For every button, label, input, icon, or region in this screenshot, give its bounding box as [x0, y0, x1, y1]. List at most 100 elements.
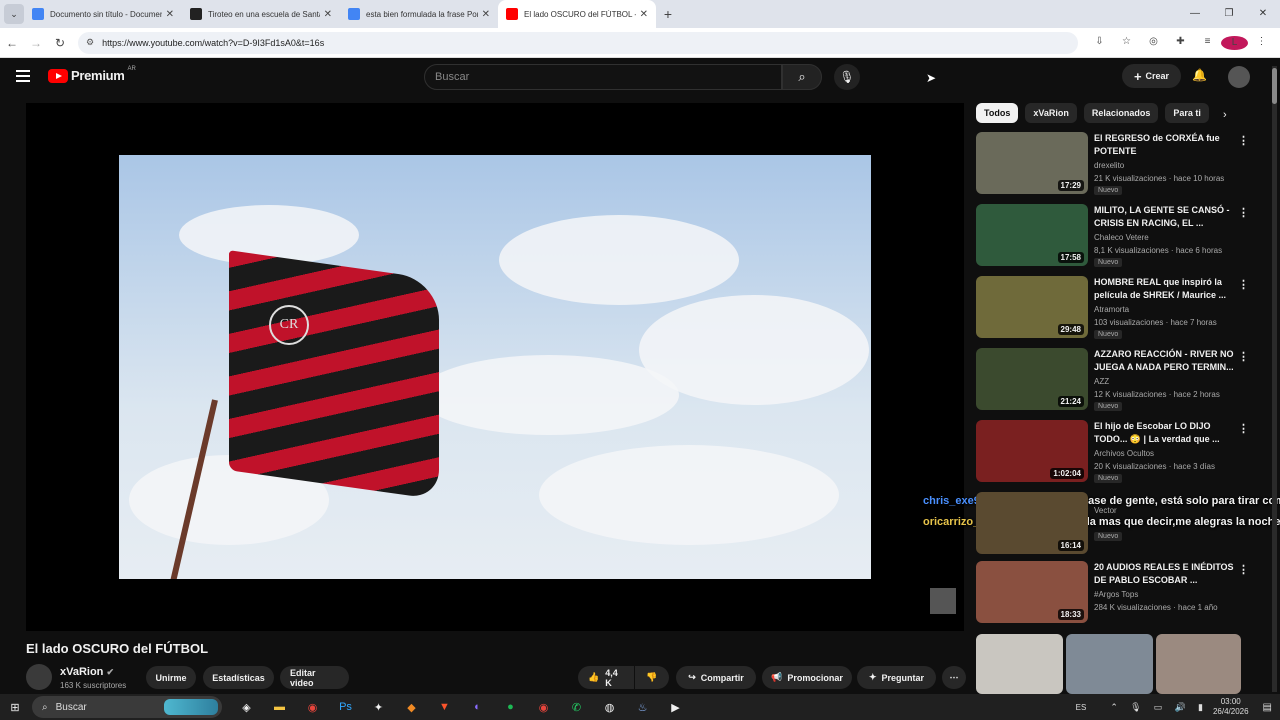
app-icon[interactable]: ✦: [362, 701, 395, 714]
photoshop-icon[interactable]: Ps: [329, 701, 362, 714]
recommended-video[interactable]: 21:24 AZZARO REACCIÓN - RIVER NO JUEGA A …: [976, 348, 1266, 411]
channel-name[interactable]: drexelito: [1094, 161, 1124, 170]
video-thumbnail[interactable]: 18:33: [976, 561, 1088, 623]
whatsapp-icon[interactable]: ✆: [560, 701, 593, 714]
recommended-video[interactable]: 17:29 El REGRESO de CORXÉA fue POTENTE dre…: [976, 132, 1266, 195]
install-app-icon[interactable]: ⇩: [1086, 36, 1113, 50]
close-tab-icon[interactable]: ✕: [482, 9, 490, 20]
video-thumbnail[interactable]: 21:24: [976, 348, 1088, 410]
channel-avatar[interactable]: [26, 664, 52, 690]
spotify-icon[interactable]: ●: [494, 701, 527, 714]
channel-name[interactable]: #Argos Tops: [1094, 590, 1138, 599]
recommended-video[interactable]: 16:14 Vector Nuevo: [976, 492, 1266, 554]
chip-2[interactable]: Relacionados: [1083, 103, 1159, 123]
video-title[interactable]: HOMBRE REAL que inspiró la película de S…: [1094, 276, 1242, 302]
more-options-icon[interactable]: ⋮: [1238, 350, 1249, 363]
recommended-video[interactable]: 17:58 MILITO, LA GENTE SE CANSÓ - CRISIS …: [976, 204, 1266, 267]
app-icon[interactable]: ◐: [461, 701, 494, 714]
more-options-icon[interactable]: ⋮: [1238, 278, 1249, 291]
video-title[interactable]: 20 AUDIOS REALES E INÉDITOS DE PABLO ESC…: [1094, 561, 1242, 587]
network-icon[interactable]: ▭: [1154, 702, 1163, 712]
notifications-bell-icon[interactable]: 🔔: [1192, 68, 1207, 82]
video-thumbnail[interactable]: 16:14: [976, 492, 1088, 554]
media-player-icon[interactable]: ▶: [659, 701, 692, 714]
bookmark-star-icon[interactable]: ☆: [1113, 36, 1140, 50]
share-button[interactable]: ↪ Compartir: [676, 666, 756, 689]
hamburger-menu-icon[interactable]: [16, 70, 30, 82]
video-player[interactable]: CR: [26, 103, 964, 631]
forward-icon[interactable]: →: [24, 36, 48, 50]
scrollbar-thumb[interactable]: [1272, 68, 1277, 104]
close-tab-icon[interactable]: ✕: [166, 9, 174, 20]
taskbar-search-input[interactable]: ⌕ Buscar: [32, 696, 222, 718]
chrome-active-icon[interactable]: ◉: [527, 701, 560, 714]
short-thumbnail[interactable]: [1066, 634, 1153, 694]
promote-button[interactable]: 📢 Promocionar: [762, 666, 852, 689]
language-indicator[interactable]: ES: [1076, 703, 1087, 712]
channel-name[interactable]: Chaleco Vetere: [1094, 233, 1149, 242]
back-icon[interactable]: ←: [0, 36, 24, 50]
stats-button[interactable]: Estadísticas: [203, 666, 274, 689]
chip-3[interactable]: Para ti: [1165, 103, 1209, 123]
profile-avatar[interactable]: L: [1221, 35, 1248, 50]
account-avatar[interactable]: [1228, 66, 1250, 88]
notification-center-icon[interactable]: ▤: [1263, 702, 1272, 713]
channel-name[interactable]: Vector: [1094, 506, 1117, 515]
more-options-icon[interactable]: ⋮: [1238, 134, 1249, 147]
video-thumbnail[interactable]: 17:29: [976, 132, 1088, 194]
new-tab-button[interactable]: +: [656, 6, 680, 22]
video-title[interactable]: AZZARO REACCIÓN - RIVER NO JUEGA A NADA …: [1094, 348, 1242, 374]
reload-icon[interactable]: ↻: [48, 36, 72, 50]
search-icon[interactable]: ⌕: [782, 64, 822, 90]
recommended-video[interactable]: 29:48 HOMBRE REAL que inspiró la película…: [976, 276, 1266, 339]
video-thumbnail[interactable]: 17:58: [976, 204, 1088, 266]
brave-icon[interactable]: ▼: [428, 701, 461, 714]
more-options-icon[interactable]: ⋮: [1238, 563, 1249, 576]
chip-0[interactable]: Todos: [976, 103, 1019, 123]
video-title[interactable]: El hijo de Escobar LO DIJO TODO... 😳 | L…: [1094, 420, 1242, 446]
youtube-premium-logo[interactable]: Premium AR: [48, 66, 136, 83]
like-button[interactable]: 👍 4,4 K: [578, 666, 634, 689]
close-tab-icon[interactable]: ✕: [640, 9, 648, 20]
recommended-video[interactable]: 18:33 20 AUDIOS REALES E INÉDITOS DE PABL…: [976, 561, 1266, 623]
tray-chevron-icon[interactable]: ⌃: [1110, 702, 1118, 712]
obs-icon[interactable]: ◍: [593, 701, 626, 714]
channel-name[interactable]: AZZ: [1094, 377, 1109, 386]
extension-icon[interactable]: ◎: [1140, 36, 1167, 50]
short-thumbnail[interactable]: [1156, 634, 1242, 694]
join-button[interactable]: Unirme: [146, 666, 196, 689]
browser-tab[interactable]: El lado OSCURO del FÚTBOL - YouTube ✕: [498, 0, 656, 28]
browser-tab[interactable]: esta bien formulada la frase Por qué ✕: [340, 0, 498, 28]
battery-icon[interactable]: ▮: [1198, 702, 1203, 712]
channel-name[interactable]: xVaRion ✔: [60, 666, 114, 678]
channel-watermark-icon[interactable]: [930, 588, 956, 614]
volume-icon[interactable]: 🔊: [1175, 702, 1186, 712]
recommended-video[interactable]: 1:02:04 El hijo de Escobar LO DIJO TODO..…: [976, 420, 1266, 483]
browser-tab[interactable]: Documento sin título - Documentos de Goo…: [24, 0, 182, 28]
page-scrollbar[interactable]: [1272, 66, 1277, 692]
dislike-button[interactable]: 👎: [635, 666, 669, 689]
search-input[interactable]: Buscar: [424, 64, 782, 90]
chevron-right-icon[interactable]: ›: [1223, 109, 1227, 121]
restore-icon[interactable]: ❐: [1212, 0, 1246, 28]
create-button[interactable]: + Crear: [1122, 64, 1181, 88]
url-field[interactable]: ⚙ https://www.youtube.com/watch?v=D-9I3F…: [78, 31, 1078, 54]
more-actions-icon[interactable]: ⋯: [942, 666, 966, 689]
close-tab-icon[interactable]: ✕: [324, 9, 332, 20]
more-options-icon[interactable]: ⋮: [1238, 422, 1249, 435]
short-thumbnail[interactable]: [976, 634, 1063, 694]
video-title[interactable]: El REGRESO de CORXÉA fue POTENTE: [1094, 132, 1242, 158]
file-explorer-icon[interactable]: ▬: [263, 701, 296, 714]
channel-name[interactable]: Atramorta: [1094, 305, 1129, 314]
channel-name[interactable]: Archivos Ocultos: [1094, 449, 1154, 458]
video-thumbnail[interactable]: 1:02:04: [976, 420, 1088, 482]
chrome-icon[interactable]: ◉: [296, 701, 329, 714]
video-title[interactable]: MILITO, LA GENTE SE CANSÓ - CRISIS EN RA…: [1094, 204, 1242, 230]
extensions-puzzle-icon[interactable]: ✚: [1167, 36, 1194, 50]
mic-tray-icon[interactable]: 🎙: [1130, 702, 1141, 712]
reading-list-icon[interactable]: ≡: [1194, 36, 1221, 50]
site-info-icon[interactable]: ⚙: [86, 37, 94, 48]
browser-menu-icon[interactable]: ⋮: [1248, 36, 1275, 50]
browser-tab[interactable]: Tiroteo en una escuela de Santa Fe ✕: [182, 0, 340, 28]
windows-start-icon[interactable]: ⊞: [0, 701, 30, 714]
